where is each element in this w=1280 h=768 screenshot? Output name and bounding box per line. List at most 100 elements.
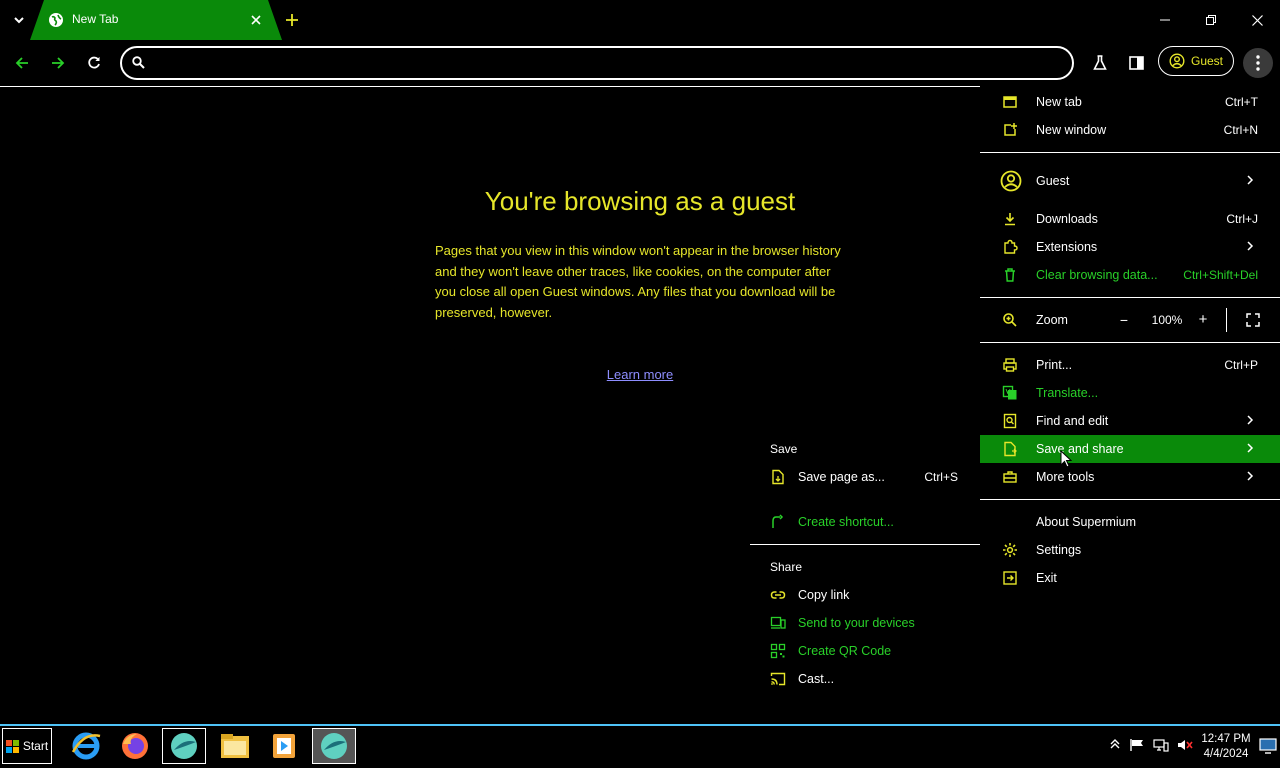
menu-label: Save page as... bbox=[798, 470, 885, 484]
tab-new-tab[interactable] bbox=[30, 0, 282, 40]
minimize-button[interactable] bbox=[1150, 8, 1180, 32]
address-bar[interactable] bbox=[120, 46, 1074, 80]
menu-divider bbox=[980, 499, 1280, 500]
search-icon bbox=[132, 56, 145, 69]
chevron-right-icon bbox=[1246, 174, 1254, 186]
firefox-icon[interactable] bbox=[113, 728, 157, 764]
menu-about[interactable]: About Supermium bbox=[980, 508, 1280, 536]
zoom-divider bbox=[1226, 308, 1227, 332]
menu-translate[interactable]: Translate... bbox=[980, 379, 1280, 407]
tab-title: New Tab bbox=[72, 12, 119, 26]
new-tab-plus-icon[interactable] bbox=[284, 12, 300, 28]
guest-profile-button[interactable]: Guest bbox=[1158, 46, 1234, 76]
network-icon[interactable] bbox=[1153, 738, 1169, 752]
menu-label: Find and edit bbox=[1036, 414, 1109, 428]
internet-explorer-icon[interactable] bbox=[64, 728, 108, 764]
download-icon bbox=[1002, 211, 1018, 227]
menu-print[interactable]: Print... Ctrl+P bbox=[980, 351, 1280, 379]
fullscreen-icon[interactable] bbox=[1246, 313, 1260, 327]
trash-icon bbox=[1002, 267, 1018, 283]
supermium-active-icon[interactable] bbox=[312, 728, 356, 764]
taskbar-clock[interactable]: 12:47 PM 4/4/2024 bbox=[1196, 732, 1256, 762]
submenu-create-qr-code[interactable]: Create QR Code bbox=[750, 638, 980, 664]
globe-icon bbox=[48, 12, 64, 28]
menu-clear-browsing-data[interactable]: Clear browsing data... Ctrl+Shift+Del bbox=[980, 261, 1280, 289]
labs-flask-icon[interactable] bbox=[1086, 49, 1114, 77]
chevron-right-icon bbox=[1246, 414, 1254, 426]
menu-more-tools[interactable]: More tools bbox=[980, 463, 1280, 491]
windows-logo-icon bbox=[5, 739, 19, 753]
menu-label: Send to your devices bbox=[798, 616, 915, 630]
forward-button[interactable] bbox=[44, 49, 72, 77]
address-input[interactable] bbox=[158, 53, 1052, 75]
chevron-right-icon bbox=[1246, 442, 1254, 454]
menu-label: Save and share bbox=[1036, 442, 1124, 456]
learn-more-link[interactable]: Learn more bbox=[607, 367, 673, 382]
menu-divider bbox=[980, 342, 1280, 343]
close-window-button[interactable] bbox=[1242, 8, 1272, 32]
printer-icon bbox=[1002, 357, 1018, 373]
submenu-cast[interactable]: Cast... bbox=[750, 666, 980, 692]
menu-label: New window bbox=[1036, 123, 1107, 137]
menu-divider bbox=[980, 297, 1280, 298]
shortcut-label: Ctrl+Shift+Del bbox=[1183, 268, 1258, 282]
close-tab-icon[interactable] bbox=[248, 12, 264, 28]
menu-label: Guest bbox=[1036, 174, 1070, 188]
menu-settings[interactable]: Settings bbox=[980, 536, 1280, 564]
submenu-create-shortcut[interactable]: Create shortcut... bbox=[750, 509, 980, 535]
puzzle-piece-icon bbox=[1002, 239, 1018, 255]
show-desktop-icon[interactable] bbox=[1259, 738, 1277, 754]
guest-description: Pages that you view in this window won't… bbox=[435, 243, 841, 320]
menu-label: More tools bbox=[1036, 470, 1095, 484]
menu-new-tab[interactable]: New tab Ctrl+T bbox=[980, 88, 1280, 116]
account-circle-icon bbox=[1169, 53, 1185, 69]
start-label: Start bbox=[22, 739, 49, 753]
menu-label: Settings bbox=[1036, 543, 1082, 557]
reload-button[interactable] bbox=[80, 49, 108, 77]
supermium-taskbar-icon[interactable] bbox=[162, 728, 206, 764]
file-explorer-icon[interactable] bbox=[213, 728, 257, 764]
menu-save-and-share[interactable]: Save and share bbox=[980, 435, 1280, 463]
back-button[interactable] bbox=[8, 49, 36, 77]
start-button[interactable]: Start bbox=[2, 728, 52, 764]
tab-search-chevron-icon[interactable] bbox=[8, 10, 30, 30]
volume-muted-icon[interactable] bbox=[1177, 738, 1193, 752]
action-center-flag-icon[interactable] bbox=[1129, 738, 1145, 752]
submenu-save-page[interactable]: Save page as... Ctrl+S bbox=[750, 464, 980, 490]
account-circle-icon bbox=[1000, 170, 1022, 192]
submenu-header-share: Share bbox=[770, 560, 803, 574]
menu-new-window[interactable]: New window Ctrl+N bbox=[980, 116, 1280, 144]
side-panel-icon[interactable] bbox=[1122, 49, 1150, 77]
tray-expand-icon[interactable] bbox=[1110, 738, 1120, 750]
shortcut-arrow-icon bbox=[770, 514, 786, 530]
restore-button[interactable] bbox=[1196, 8, 1226, 32]
find-page-icon bbox=[1002, 413, 1018, 429]
menu-label: Copy link bbox=[798, 588, 850, 602]
guest-label: Guest bbox=[1191, 54, 1224, 68]
media-player-icon[interactable] bbox=[262, 728, 306, 764]
shortcut-label: Ctrl+S bbox=[924, 470, 958, 484]
menu-label: Downloads bbox=[1036, 212, 1098, 226]
menu-exit[interactable]: Exit bbox=[980, 564, 1280, 592]
menu-label: Extensions bbox=[1036, 240, 1098, 254]
shortcut-label: Ctrl+J bbox=[1226, 212, 1258, 226]
submenu-divider bbox=[750, 544, 980, 545]
submenu-send-to-devices[interactable]: Send to your devices bbox=[750, 610, 980, 636]
zoom-level: 100% bbox=[1151, 313, 1183, 327]
menu-guest[interactable]: Guest bbox=[980, 167, 1280, 195]
zoom-out-button[interactable]: − bbox=[1116, 312, 1132, 328]
submenu-copy-link[interactable]: Copy link bbox=[750, 582, 980, 608]
menu-extensions[interactable]: Extensions bbox=[980, 233, 1280, 261]
save-share-icon bbox=[1002, 441, 1018, 457]
devices-icon bbox=[770, 615, 786, 631]
more-menu-button[interactable] bbox=[1243, 48, 1273, 78]
zoom-in-button[interactable]: + bbox=[1195, 311, 1211, 328]
menu-find-and-edit[interactable]: Find and edit bbox=[980, 407, 1280, 435]
menu-label: Print... bbox=[1036, 358, 1073, 372]
clock-date: 4/4/2024 bbox=[1203, 748, 1249, 760]
zoom-icon bbox=[1002, 312, 1018, 328]
menu-label: Exit bbox=[1036, 571, 1057, 585]
gear-icon bbox=[1002, 542, 1018, 558]
menu-label: Cast... bbox=[798, 672, 835, 686]
menu-downloads[interactable]: Downloads Ctrl+J bbox=[980, 205, 1280, 233]
